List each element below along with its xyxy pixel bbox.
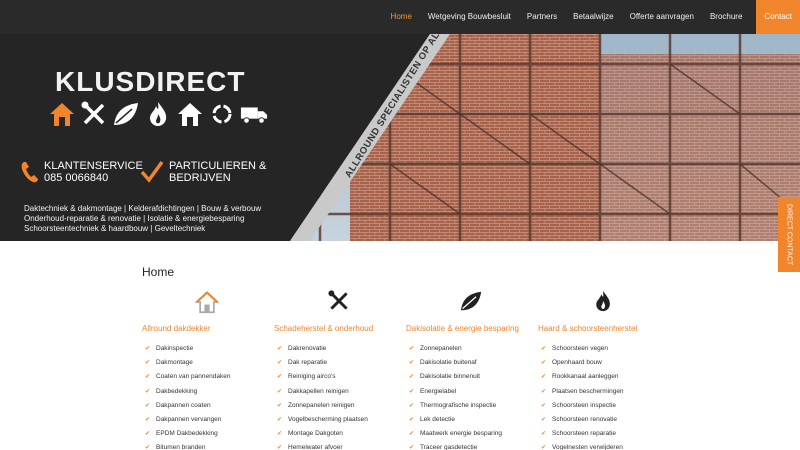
list-item[interactable]: Montage Dakgoten	[274, 427, 404, 441]
column-title[interactable]: Schadeherstel & onderhoud	[274, 324, 404, 333]
list-item[interactable]: Zonnepanelen	[406, 342, 536, 356]
brand-logo-text: KLUSDIRECT	[55, 66, 246, 97]
list-item[interactable]: Dak reparatie	[274, 356, 404, 370]
list-item[interactable]: Dakbedekking	[142, 385, 272, 399]
nav-contact[interactable]: Contact	[756, 0, 800, 34]
customer-service-title: KLANTENSERVICE	[44, 160, 143, 172]
service-list: Zonnepanelen Dakisolatie buitenaf Dakiso…	[406, 342, 536, 450]
hero-banner: KLUSDIRECT KLANTENSERVICE 085 0066840 PA…	[0, 34, 800, 241]
service-list: Schoorsteen vegen Openhaard bouw Rookkan…	[538, 342, 668, 450]
list-item[interactable]: Zonnepanelen reinigen	[274, 399, 404, 413]
service-icons-row	[48, 99, 268, 129]
list-item[interactable]: Schoorsteen inspectie	[538, 399, 668, 413]
service-column-dakisolatie: Dakisolatie & energie besparing Zonnepan…	[406, 290, 536, 450]
tagline-line: Schoorsteentechniek & haardbouw | Gevelt…	[24, 224, 206, 233]
recycle-icon	[208, 99, 236, 129]
tools-icon	[80, 99, 108, 129]
list-item[interactable]: Vogelnesten verwijderen	[538, 441, 668, 450]
truck-icon	[240, 99, 268, 129]
tools-icon	[274, 290, 404, 318]
house-outline-icon	[176, 99, 204, 129]
list-item[interactable]: Dakrenovatie	[274, 342, 404, 356]
list-item[interactable]: Energielabel	[406, 385, 536, 399]
list-item[interactable]: Schoorsteen reparatie	[538, 427, 668, 441]
list-item[interactable]: Openhaard bouw	[538, 356, 668, 370]
list-item[interactable]: Dakmontage	[142, 356, 272, 370]
list-item[interactable]: Hemelwater afvoer	[274, 441, 404, 450]
tagline-line: Daktechniek & dakmontage | Kelderafdicht…	[24, 204, 262, 213]
nav-offerte-aanvragen[interactable]: Offerte aanvragen	[622, 0, 702, 34]
particulieren-line-1: PARTICULIEREN &	[169, 160, 267, 172]
list-item[interactable]: Thermografische inspectie	[406, 399, 536, 413]
page-title: Home	[142, 265, 175, 279]
leaf-icon	[406, 290, 536, 318]
nav-wetgeving-bouwbesluit[interactable]: Wetgeving Bouwbesluit	[420, 0, 519, 34]
list-item[interactable]: Plaatsen beschermingen	[538, 385, 668, 399]
leaf-icon	[112, 99, 140, 129]
hero-services-tagline: Daktechniek & dakmontage | Kelderafdicht…	[24, 204, 274, 234]
house-icon	[48, 99, 76, 129]
list-item[interactable]: Bitumen branden	[142, 441, 272, 450]
particulieren-block: PARTICULIEREN & BEDRIJVEN	[140, 160, 266, 189]
list-item[interactable]: Maatwerk energie besparing	[406, 427, 536, 441]
tagline-line: Onderhoud-reparatie & renovatie | Isolat…	[24, 214, 245, 223]
list-item[interactable]: Lek detectie	[406, 413, 536, 427]
particulieren-line-2: BEDRIJVEN	[169, 172, 231, 184]
list-item[interactable]: Coaten van pannendaken	[142, 370, 272, 384]
nav-home[interactable]: Home	[383, 0, 420, 34]
checkmark-icon	[140, 160, 164, 189]
list-item[interactable]: Dakisolatie binnenuit	[406, 370, 536, 384]
list-item[interactable]: Vogelbescherming plaatsen	[274, 413, 404, 427]
list-item[interactable]: Dakpannen vervangen	[142, 413, 272, 427]
service-column-dakdekker: Allround dakdekker Dakinspectie Dakmonta…	[142, 290, 272, 450]
house-icon	[142, 290, 272, 318]
column-title[interactable]: Dakisolatie & energie besparing	[406, 324, 536, 333]
phone-icon	[20, 160, 40, 189]
flame-icon	[538, 290, 668, 318]
list-item[interactable]: Schoorsteen renovatie	[538, 413, 668, 427]
list-item[interactable]: Traceer gasdetectie	[406, 441, 536, 450]
list-item[interactable]: Dakpannen coaten	[142, 399, 272, 413]
list-item[interactable]: Dakisolatie buitenaf	[406, 356, 536, 370]
list-item[interactable]: Reiniging airco's	[274, 370, 404, 384]
list-item[interactable]: Rookkanaal aanleggen	[538, 370, 668, 384]
service-list: Dakrenovatie Dak reparatie Reiniging air…	[274, 342, 404, 450]
nav-brochure[interactable]: Brochure	[702, 0, 750, 34]
list-item[interactable]: Dakkapellen reinigen	[274, 385, 404, 399]
flame-icon	[144, 99, 172, 129]
customer-service-phone[interactable]: 085 0066840	[44, 172, 143, 184]
nav-partners[interactable]: Partners	[519, 0, 565, 34]
top-navigation-bar: Home Wetgeving Bouwbesluit Partners Beta…	[0, 0, 800, 34]
list-item[interactable]: EPDM Dakbedekking	[142, 427, 272, 441]
column-title[interactable]: Allround dakdekker	[142, 324, 272, 333]
service-column-schadeherstel: Schadeherstel & onderhoud Dakrenovatie D…	[274, 290, 404, 450]
list-item[interactable]: Dakinspectie	[142, 342, 272, 356]
nav-betaalwijze[interactable]: Betaalwijze	[565, 0, 621, 34]
main-menu: Home Wetgeving Bouwbesluit Partners Beta…	[383, 0, 800, 34]
service-list: Dakinspectie Dakmontage Coaten van panne…	[142, 342, 272, 450]
service-column-haard: Haard & schoorsteenherstel Schoorsteen v…	[538, 290, 668, 450]
list-item[interactable]: Schoorsteen vegen	[538, 342, 668, 356]
column-title[interactable]: Haard & schoorsteenherstel	[538, 324, 668, 333]
direct-contact-tab[interactable]: DIRECT CONTACT	[778, 197, 800, 272]
customer-service-block: KLANTENSERVICE 085 0066840	[20, 160, 143, 189]
